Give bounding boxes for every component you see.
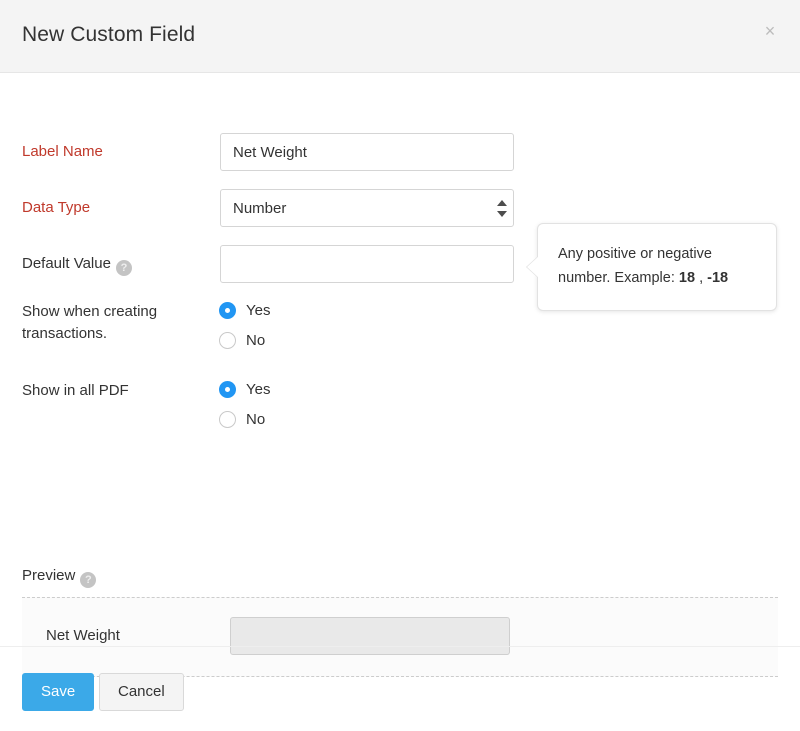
- modal-header: New Custom Field ×: [0, 0, 800, 73]
- show-when-creating-radio-group: Yes No: [219, 296, 270, 356]
- radio-label: Yes: [246, 381, 270, 398]
- close-icon[interactable]: ×: [759, 20, 781, 42]
- radio-label: Yes: [246, 302, 270, 319]
- tooltip-example-one: 18: [679, 270, 695, 286]
- modal-body: Label Name Data Type Number Default Valu…: [0, 73, 800, 646]
- data-type-label: Data Type: [22, 197, 212, 219]
- show-in-all-pdf-radio-group: Yes No: [219, 375, 270, 435]
- show-in-all-pdf-label: Show in all PDF: [22, 380, 212, 402]
- page-title: New Custom Field: [22, 23, 195, 47]
- help-icon[interactable]: ?: [80, 572, 96, 588]
- default-value-label-text: Default Value: [22, 255, 111, 272]
- label-name-input[interactable]: [220, 133, 514, 171]
- show-when-creating-label: Show when creating transactions.: [22, 301, 212, 345]
- show-in-all-pdf-radio-no[interactable]: No: [219, 405, 270, 435]
- help-icon[interactable]: ?: [116, 260, 132, 276]
- radio-selected-icon: [219, 381, 236, 398]
- radio-label: No: [246, 411, 265, 428]
- label-name-label: Label Name: [22, 141, 212, 163]
- tooltip-example-two: -18: [707, 270, 728, 286]
- show-in-all-pdf-radio-yes[interactable]: Yes: [219, 375, 270, 405]
- preview-label: Preview?: [22, 567, 96, 588]
- radio-selected-icon: [219, 302, 236, 319]
- show-when-creating-radio-yes[interactable]: Yes: [219, 296, 270, 326]
- tooltip-separator: ,: [695, 270, 707, 286]
- radio-label: No: [246, 332, 265, 349]
- show-when-creating-radio-no[interactable]: No: [219, 326, 270, 356]
- cancel-button[interactable]: Cancel: [99, 673, 184, 711]
- preview-label-text: Preview: [22, 567, 75, 584]
- preview-field-label: Net Weight: [46, 627, 120, 644]
- save-button[interactable]: Save: [22, 673, 94, 711]
- data-type-tooltip: Any positive or negative number. Example…: [537, 223, 777, 311]
- data-type-select[interactable]: Number: [220, 189, 514, 227]
- radio-unselected-icon: [219, 332, 236, 349]
- default-value-input[interactable]: [220, 245, 514, 283]
- default-value-label: Default Value?: [22, 253, 212, 276]
- radio-unselected-icon: [219, 411, 236, 428]
- modal-footer: Save Cancel: [0, 646, 800, 731]
